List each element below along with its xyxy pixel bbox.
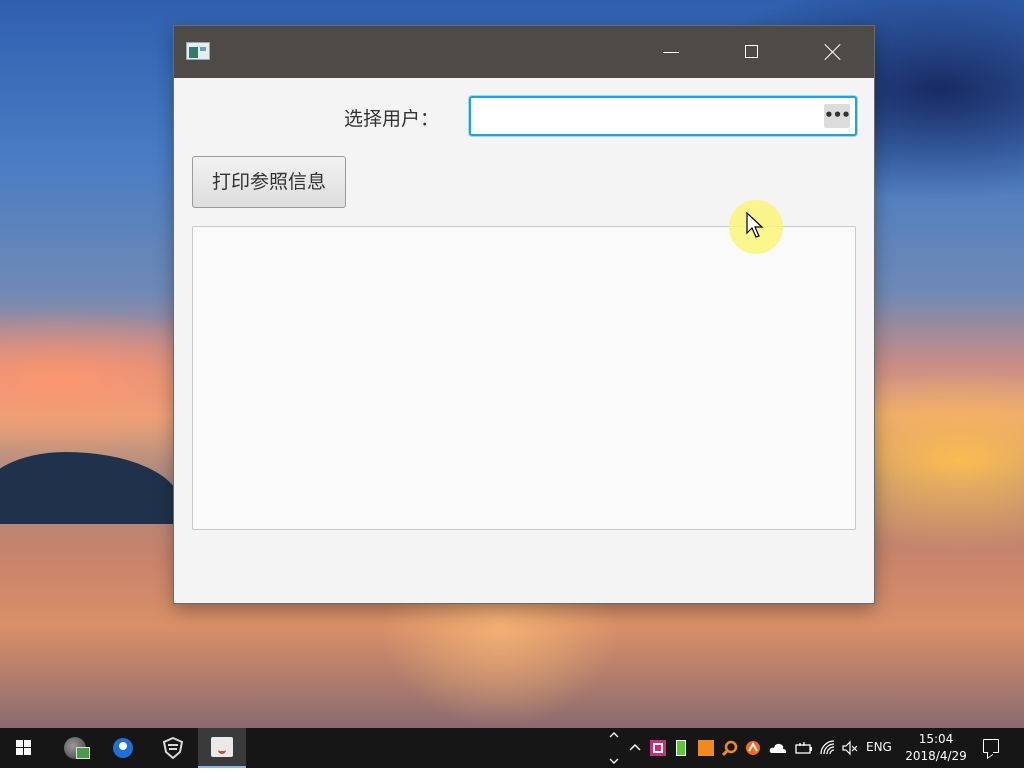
minimize-button[interactable] bbox=[631, 26, 711, 78]
taskbar-app-image-viewer[interactable] bbox=[50, 728, 98, 768]
taskbar-app-java[interactable] bbox=[198, 728, 246, 768]
power-battery-icon[interactable] bbox=[795, 740, 813, 756]
security-app-tray-icon[interactable] bbox=[698, 740, 714, 756]
select-user-label: 选择用户： bbox=[344, 108, 440, 130]
network-app-tray-icon[interactable] bbox=[650, 740, 666, 756]
wallpaper-island bbox=[0, 452, 180, 524]
taskbar-app-maps[interactable] bbox=[99, 728, 147, 768]
app-window: 选择用户： ••• 打印参照信息 bbox=[174, 26, 874, 603]
action-center-icon[interactable] bbox=[983, 739, 999, 753]
search-app-tray-icon[interactable] bbox=[722, 740, 738, 756]
close-icon bbox=[824, 43, 842, 61]
wifi-icon[interactable] bbox=[820, 740, 836, 756]
window-titlebar[interactable] bbox=[174, 26, 874, 78]
language-indicator[interactable]: ENG bbox=[866, 740, 892, 754]
minimize-icon bbox=[663, 52, 679, 53]
maximize-icon bbox=[745, 45, 758, 58]
shield-icon bbox=[162, 737, 184, 759]
battery-app-tray-icon[interactable] bbox=[676, 740, 686, 756]
avast-icon[interactable] bbox=[745, 740, 761, 756]
app-icon bbox=[186, 42, 210, 60]
onedrive-cloud-icon[interactable] bbox=[769, 740, 787, 756]
windows-logo-icon bbox=[16, 740, 32, 756]
taskbar-scroll-arrows[interactable] bbox=[604, 728, 624, 768]
mouse-cursor-icon bbox=[746, 212, 764, 238]
browse-user-button[interactable]: ••• bbox=[824, 104, 851, 128]
photo-icon bbox=[76, 747, 90, 759]
wallpaper-sun-reflection bbox=[380, 600, 620, 728]
taskbar: ENG 15:04 2018/4/29 bbox=[0, 728, 1024, 768]
taskbar-app-vpn[interactable] bbox=[148, 728, 196, 768]
volume-muted-icon[interactable] bbox=[842, 740, 858, 756]
select-user-field[interactable]: ••• bbox=[469, 96, 857, 136]
map-pin-icon bbox=[113, 738, 133, 758]
maximize-button[interactable] bbox=[712, 26, 792, 78]
java-icon bbox=[211, 737, 233, 757]
taskbar-clock[interactable]: 15:04 2018/4/29 bbox=[905, 731, 967, 765]
print-reference-info-button[interactable]: 打印参照信息 bbox=[192, 156, 346, 208]
show-hidden-icons-chevron-icon[interactable] bbox=[627, 740, 643, 756]
clock-time: 15:04 bbox=[918, 732, 954, 746]
clock-date: 2018/4/29 bbox=[905, 749, 967, 763]
output-text-area[interactable] bbox=[192, 226, 856, 530]
start-button[interactable] bbox=[0, 728, 48, 768]
window-content: 选择用户： ••• 打印参照信息 bbox=[174, 78, 874, 603]
ellipsis-icon: ••• bbox=[824, 106, 851, 124]
close-button[interactable] bbox=[793, 26, 873, 78]
select-user-input[interactable] bbox=[475, 102, 819, 132]
